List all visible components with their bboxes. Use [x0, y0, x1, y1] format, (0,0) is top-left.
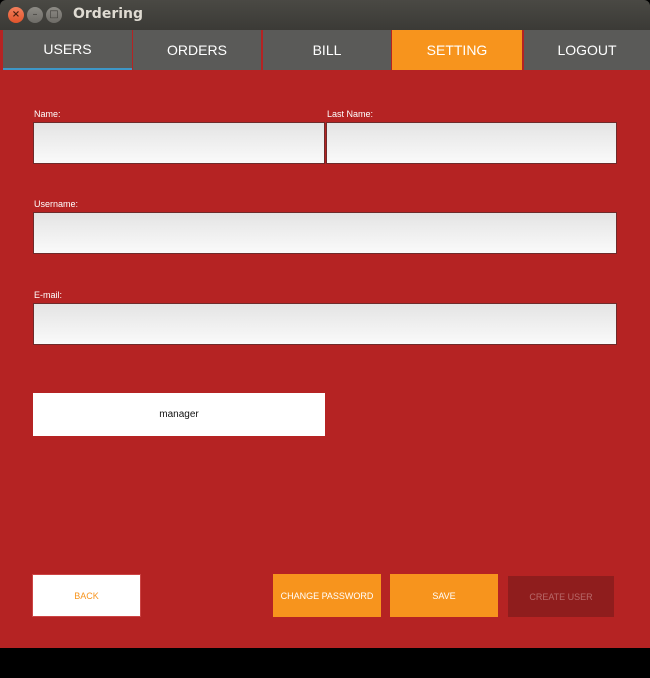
back-button[interactable]: BACK — [32, 574, 141, 617]
last-name-field[interactable] — [326, 122, 617, 164]
window-title: Ordering — [73, 6, 144, 22]
last-name-label: Last Name: — [327, 109, 374, 119]
username-label: Username: — [34, 199, 79, 209]
minimize-icon[interactable]: – — [27, 7, 43, 23]
name-label: Name: — [34, 109, 61, 119]
maximize-icon[interactable]: □ — [46, 7, 62, 23]
change-password-button[interactable]: CHANGE PASSWORD — [273, 574, 381, 617]
create-user-button[interactable]: CREATE USER — [508, 576, 614, 617]
window-titlebar: × – □ Ordering — [0, 0, 650, 30]
tab-setting[interactable]: SETTING — [392, 30, 522, 70]
tab-orders[interactable]: ORDERS — [133, 30, 261, 70]
email-label: E-mail: — [34, 290, 63, 300]
name-field[interactable] — [33, 122, 325, 164]
close-icon[interactable]: × — [8, 7, 24, 23]
save-button[interactable]: SAVE — [390, 574, 498, 617]
email-field[interactable] — [33, 303, 617, 345]
tab-bar: USERS ORDERS BILL SETTING LOGOUT — [0, 30, 650, 70]
tab-users[interactable]: USERS — [3, 30, 132, 70]
main-panel: USERS ORDERS BILL SETTING LOGOUT Name: L… — [0, 30, 650, 648]
role-select[interactable]: manager — [33, 393, 325, 436]
tab-bill[interactable]: BILL — [263, 30, 391, 70]
username-field[interactable] — [33, 212, 617, 254]
tab-logout[interactable]: LOGOUT — [524, 30, 650, 70]
